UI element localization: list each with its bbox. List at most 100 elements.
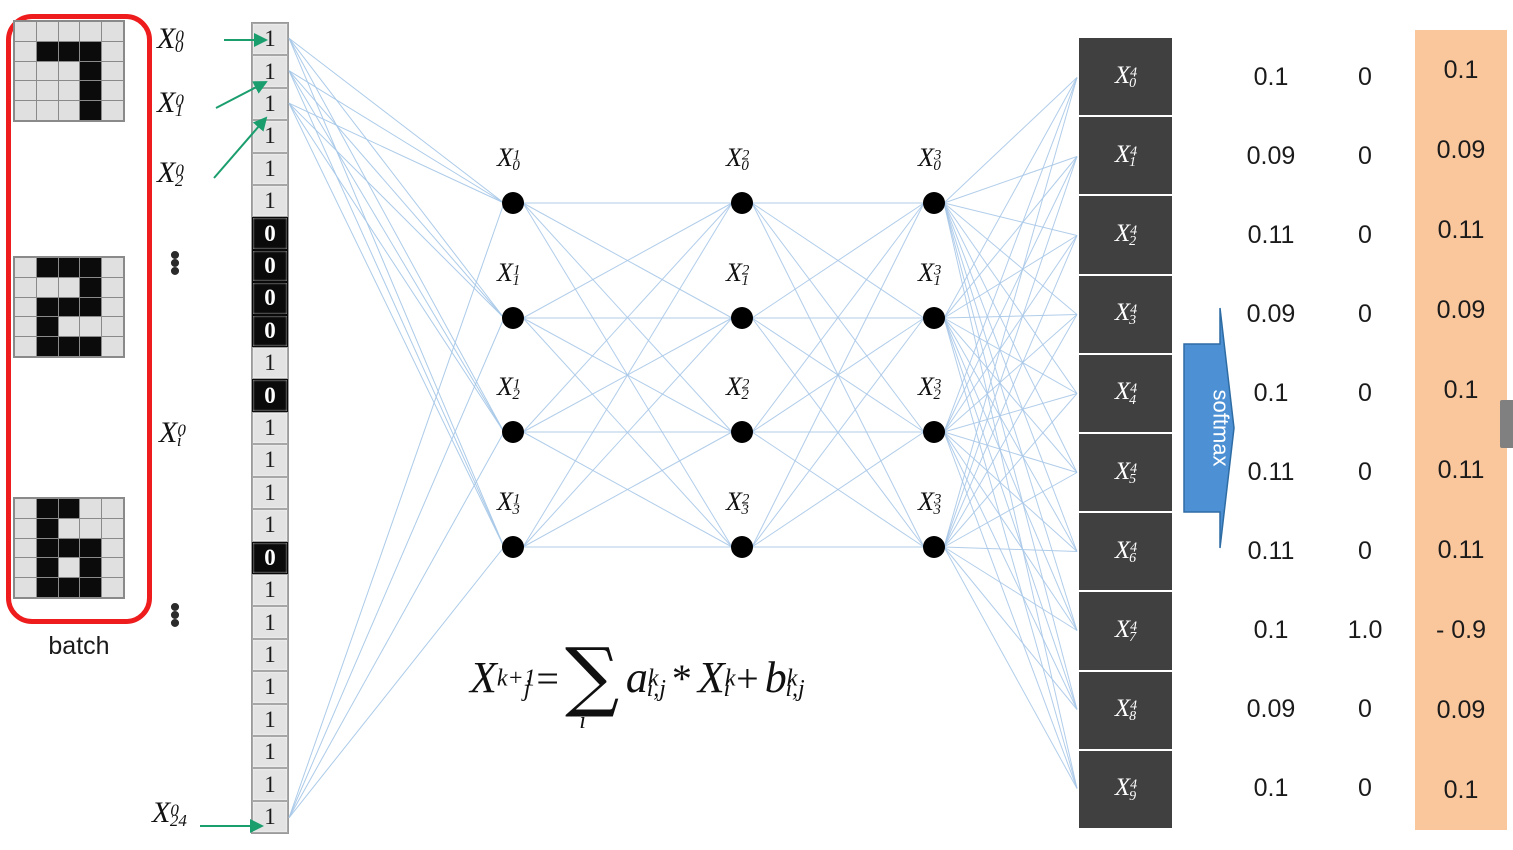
pixel-0-1 — [36, 258, 58, 277]
pixel-3-3 — [80, 558, 102, 578]
output-box-1: X41 — [1079, 117, 1172, 195]
softmax-value-0: 0.1 — [1253, 63, 1289, 91]
target-value-4: 0 — [1358, 379, 1372, 407]
pixel-0-2 — [58, 258, 80, 277]
error-value-6: 0.11 — [1437, 535, 1485, 564]
pixel-4-0 — [15, 578, 36, 597]
diagram-canvas: • • • • • • batch X00 X01 X02 X0i X024 11111… — [0, 0, 1513, 850]
pixel-0-2 — [58, 499, 80, 518]
output-box-0: X40 — [1079, 38, 1172, 116]
output-box-7: X47 — [1079, 592, 1172, 670]
target-value-8: 0 — [1358, 695, 1372, 723]
pixel-2-3 — [80, 61, 102, 81]
pixel-3-3 — [80, 317, 102, 337]
output-box-4: X44 — [1079, 354, 1172, 433]
input-cell-10: 1 — [252, 347, 288, 380]
output-layer-stack: X40 X41 X42 X43 X44 X45 X46 X47 X48 X49 — [1079, 38, 1172, 829]
pixel-1-4 — [102, 41, 123, 61]
pixel-1-3 — [80, 518, 102, 538]
digit-sample-digit-2 — [13, 256, 125, 358]
output-box-5: X45 — [1079, 434, 1172, 512]
input-cell-21: 1 — [252, 703, 288, 736]
pixel-3-2 — [58, 558, 80, 578]
input-cell-14: 1 — [252, 476, 288, 510]
pixel-0-3 — [80, 499, 102, 518]
neuron-L3-1 — [923, 307, 945, 329]
neuron-L2-1 — [731, 307, 753, 329]
pixel-1-1 — [36, 41, 58, 61]
target-value-0: 0 — [1358, 63, 1372, 91]
pixel-2-4 — [102, 297, 123, 317]
pixel-2-4 — [102, 61, 123, 81]
output-box-2: X42 — [1079, 196, 1172, 274]
pixel-4-3 — [80, 101, 102, 120]
pixel-3-2 — [58, 81, 80, 101]
neuron-L1-2 — [502, 421, 524, 443]
batch-label: batch — [48, 632, 110, 660]
neuron-label-L1-3: X13 — [497, 487, 521, 519]
neuron-label-L3-1: X31 — [918, 258, 942, 290]
neuron-L3-2 — [923, 421, 945, 443]
pixel-3-1 — [36, 558, 58, 578]
neuron-label-L2-0: X20 — [726, 143, 750, 175]
pixel-1-1 — [36, 277, 58, 297]
input-cell-12: 1 — [252, 411, 288, 445]
input-cell-1: 1 — [252, 55, 288, 88]
pixel-1-3 — [80, 277, 102, 297]
error-value-3: 0.09 — [1436, 295, 1486, 324]
neuron-L1-3 — [502, 536, 524, 558]
pixel-1-0 — [15, 518, 36, 538]
input-cell-20: 1 — [252, 671, 288, 704]
pixel-2-1 — [36, 297, 58, 317]
neuron-label-L2-1: X21 — [726, 258, 750, 290]
pixel-0-0 — [15, 22, 36, 41]
pixel-4-2 — [58, 337, 80, 356]
error-value-4: 0.1 — [1443, 375, 1479, 404]
pixel-0-4 — [102, 22, 123, 41]
target-value-7: 1.0 — [1347, 616, 1383, 644]
pixel-2-1 — [36, 538, 58, 558]
pixel-2-3 — [80, 538, 102, 558]
error-value-0: 0.1 — [1443, 55, 1479, 84]
pixel-4-2 — [58, 578, 80, 597]
pixel-4-4 — [102, 578, 123, 597]
pixel-4-0 — [15, 337, 36, 356]
input-cell-15: 1 — [252, 509, 288, 542]
pixel-4-0 — [15, 101, 36, 120]
pixel-3-3 — [80, 81, 102, 101]
neuron-label-L2-3: X23 — [726, 487, 750, 519]
pixel-2-0 — [15, 61, 36, 81]
pixel-1-0 — [15, 277, 36, 297]
pixel-2-3 — [80, 297, 102, 317]
pixel-2-2 — [58, 297, 80, 317]
neuron-label-L1-1: X11 — [497, 258, 521, 290]
pixel-4-2 — [58, 101, 80, 120]
pixel-2-1 — [36, 61, 58, 81]
pixel-2-4 — [102, 538, 123, 558]
softmax-output-column: 0.1 0.09 0.11 0.09 0.1 0.11 0.11 0.1 0.09 0.1 — [1216, 38, 1326, 828]
pixel-4-4 — [102, 101, 123, 120]
error-value-2: 0.11 — [1437, 215, 1485, 244]
pixel-1-2 — [58, 41, 80, 61]
error-column: 0.1 0.09 0.11 0.09 0.1 0.11 0.11 - 0.9 0.09 0.1 — [1415, 30, 1507, 830]
pixel-3-0 — [15, 317, 36, 337]
pixel-1-3 — [80, 41, 102, 61]
input-cell-22: 1 — [252, 735, 288, 769]
forward-pass-formula: Xk+1j =∑iaki,j * Xki + bki,j — [470, 631, 805, 734]
scrollbar-thumb-sliver[interactable] — [1500, 400, 1513, 448]
pixel-0-4 — [102, 258, 123, 277]
pixel-0-2 — [58, 22, 80, 41]
pixel-2-0 — [15, 297, 36, 317]
input-cell-3: 1 — [252, 120, 288, 153]
input-cell-11: 0 — [252, 379, 288, 412]
output-box-9: X49 — [1079, 750, 1172, 829]
digit-sample-digit-b — [13, 497, 125, 599]
softmax-value-1: 0.09 — [1246, 142, 1296, 170]
pixel-2-0 — [15, 538, 36, 558]
input-cell-19: 1 — [252, 638, 288, 672]
neuron-L1-0 — [502, 192, 524, 214]
neuron-L1-1 — [502, 307, 524, 329]
neuron-L3-3 — [923, 536, 945, 558]
pixel-1-4 — [102, 277, 123, 297]
error-value-8: 0.09 — [1436, 695, 1486, 724]
